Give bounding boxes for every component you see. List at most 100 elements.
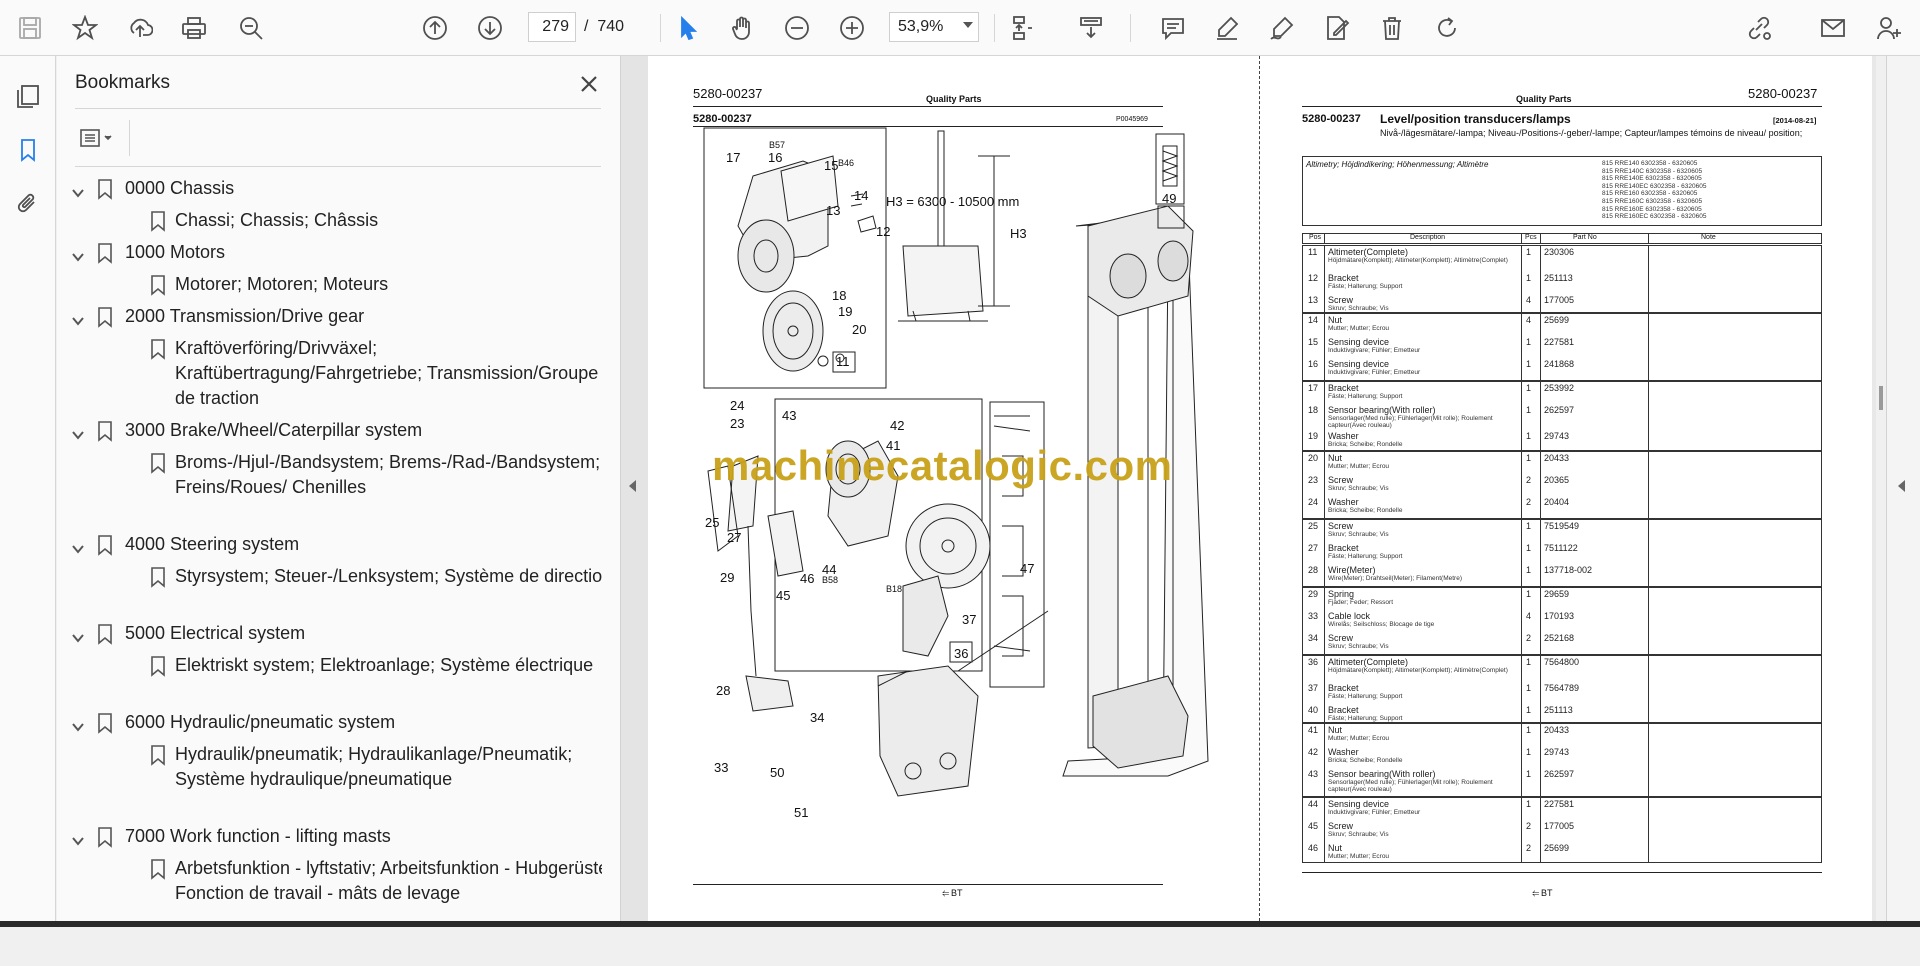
part-translation: Bricka; Scheibe; Rondelle [1328,441,1403,448]
chevron-down-icon[interactable] [71,627,85,643]
part-number: 20433 [1544,453,1570,463]
edit-document-icon[interactable] [1319,10,1355,46]
part-pos: 11 [1308,247,1318,257]
highlight-pen-icon[interactable] [1209,10,1245,46]
zoom-in-icon[interactable] [834,10,870,46]
callout-number: 16 [768,150,783,165]
comment-icon[interactable] [1155,10,1191,46]
collapse-left-arrow-icon[interactable] [629,480,636,492]
part-pos: 13 [1308,295,1319,305]
bookmark-child-item[interactable]: Elektriskt system; Elektroanlage; Systèm… [57,653,602,703]
part-translation: Induktivgivare; Fühler; Emetteur [1328,369,1421,376]
model-entry: 815 RRE160E 6302358 - 6320605 [1602,205,1702,213]
sign-icon[interactable] [1264,10,1300,46]
upload-icon[interactable] [122,10,158,46]
select-cursor-icon[interactable] [670,10,706,46]
close-bookmarks-button[interactable] [571,66,607,102]
bookmark-item[interactable]: 6000 Hydraulic/pneumatic system [57,710,602,735]
delete-icon[interactable] [1374,10,1410,46]
part-translation: Höjdmätare(Komplett); Altimeter(Komplett… [1328,667,1508,674]
part-translation: Fäste; Halterung; Support [1328,393,1403,400]
hand-tool-icon[interactable] [724,10,760,46]
chevron-down-icon[interactable] [71,716,85,732]
part-number: 251113 [1544,273,1573,283]
bookmark-icon [96,306,114,328]
rotate-icon[interactable] [1429,10,1465,46]
bookmark-label: 6000 Hydraulic/pneumatic system [125,712,396,732]
part-description: Wire(Meter) [1328,565,1376,575]
bookmark-child-item[interactable]: Broms-/Hjul-/Bandsystem; Brems-/Rad-/Ban… [57,450,602,525]
part-translation: Sensorlager(Med rulle); Fühlerlager(Mit … [1328,415,1493,429]
bookmark-child-item[interactable]: Styrsystem; Steuer-/Lenksystem; Système … [57,564,602,614]
document-scroll-thumb[interactable] [1879,386,1883,410]
chevron-down-icon[interactable] [71,424,85,440]
close-icon [581,76,597,92]
document-scrollbar[interactable] [1876,56,1886,921]
bookmark-item[interactable]: 7000 Work function - lifting masts [57,824,602,849]
part-pcs: 1 [1526,705,1532,715]
attachments-icon[interactable] [10,186,46,222]
bookmark-options-button[interactable] [75,120,121,156]
part-pcs: 1 [1526,657,1532,667]
bookmark-child-item[interactable]: Hydraulik/pneumatik; Hydraulikanlage/Pne… [57,742,602,817]
add-user-icon[interactable] [1871,10,1907,46]
print-icon[interactable] [176,10,212,46]
bookmark-item[interactable]: 0000 Chassis [57,176,602,201]
save-icon[interactable] [12,10,48,46]
part-translation: Wirelås; Seilschloss; Blocage de tige [1328,621,1435,628]
email-icon[interactable] [1815,10,1851,46]
share-link-icon[interactable] [1741,10,1777,46]
main-toolbar: 279 / 740 53,9% [0,0,1920,56]
part-number: 29743 [1544,431,1570,441]
bookmark-icon [96,534,114,556]
part-number: 137718-002 [1544,565,1593,575]
page-thumbnails-icon[interactable] [10,78,46,114]
expand-right-arrow-icon[interactable] [1898,480,1905,492]
part-pcs: 1 [1526,589,1532,599]
panel-collapse-handle[interactable] [620,56,648,921]
part-pos: 28 [1308,565,1319,575]
bookmark-label: 5000 Electrical system [125,623,306,643]
star-icon[interactable] [67,10,103,46]
part-description: Screw [1328,295,1354,305]
bookmark-child-item[interactable]: Kraftöverföring/Drivväxel; Kraftübertrag… [57,336,602,411]
chevron-down-icon[interactable] [71,246,85,262]
bookmark-item[interactable]: 2000 Transmission/Drive gear [57,304,602,329]
part-description: Screw [1328,821,1354,831]
chevron-down-icon[interactable] [71,182,85,198]
part-pcs: 1 [1526,747,1532,757]
zoom-dropdown-arrow-icon[interactable] [963,22,973,28]
chevron-down-icon[interactable] [71,830,85,846]
part-number: 262597 [1544,769,1575,779]
right-footer: ⥢ BT [1532,888,1553,899]
chevron-down-icon[interactable] [71,310,85,326]
zoom-out-icon[interactable] [779,10,815,46]
previous-page-icon[interactable] [417,10,453,46]
total-pages: 740 [597,18,625,35]
page-number-input[interactable]: 279 [528,12,576,42]
group-title: Altimetry; Höjdindikering; Höhenmessung;… [1306,160,1489,169]
part-number: 252168 [1544,633,1575,643]
part-pcs: 1 [1526,683,1532,693]
part-number: 25699 [1544,315,1570,325]
next-page-icon[interactable] [472,10,508,46]
bookmark-child-item[interactable]: Chassi; Chassis; Châssis [57,208,602,233]
model-entry: 815 RRE140E 6302358 - 6320605 [1602,175,1702,183]
zoom-search-icon[interactable] [233,10,269,46]
scroll-mode-icon[interactable] [1073,10,1109,46]
chevron-down-icon[interactable] [71,538,85,554]
bookmarks-icon[interactable] [10,132,46,168]
part-description: Sensor bearing(With roller) [1328,769,1436,779]
part-translation: Skruv; Schraube; Vis [1328,643,1389,650]
fit-page-icon[interactable] [1004,10,1040,46]
bookmark-item[interactable]: 3000 Brake/Wheel/Caterpillar system [57,418,602,443]
right-panel-toggle[interactable] [1886,56,1920,921]
bookmark-child-item[interactable]: Motorer; Motoren; Moteurs [57,272,602,297]
part-pos: 29 [1308,589,1319,599]
bookmark-child-item[interactable]: Arbetsfunktion - lyftstativ; Arbeitsfunk… [57,856,602,918]
bookmark-item[interactable]: 1000 Motors [57,240,602,265]
bookmark-item[interactable]: 4000 Steering system [57,532,602,557]
document-viewport: 5280-00237 Quality Parts 5280-00237 P004… [648,56,1920,921]
page-right: Quality Parts 5280-00237 5280-00237 Leve… [1259,56,1872,921]
bookmark-item[interactable]: 5000 Electrical system [57,621,602,646]
